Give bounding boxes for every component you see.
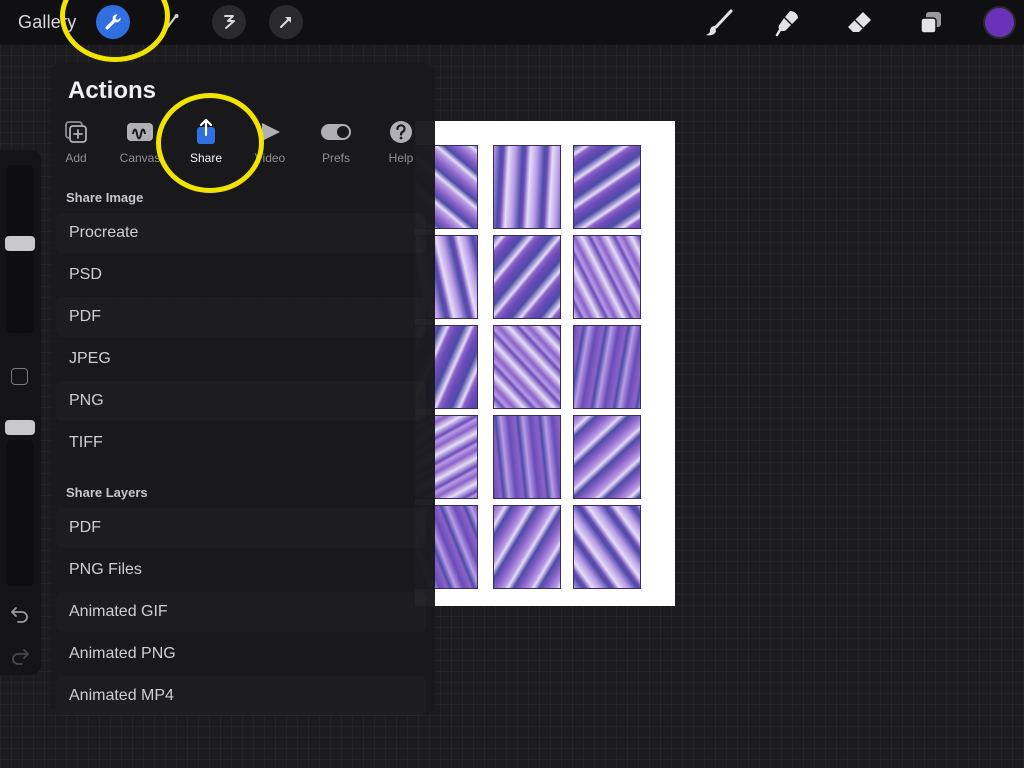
brush-tool-button[interactable] [703,7,735,39]
share-option-png[interactable]: PNG [56,381,426,421]
tab-prefs[interactable]: Prefs [306,119,366,169]
layers-icon [920,12,941,34]
artwork-tile [573,415,641,499]
procreate-screen: Gallery Actions Add Canvas Share Video P… [0,0,1024,768]
share-option-jpeg[interactable]: JPEG [56,339,426,379]
share-layers-png-files[interactable]: PNG Files [56,550,426,590]
redo-icon[interactable] [9,644,31,666]
smudge-icon [775,11,798,37]
tab-add-label: Add [65,151,87,165]
share-option-tiff[interactable]: TIFF [56,423,426,463]
modify-button[interactable] [11,368,28,385]
eraser-icon [848,12,871,32]
opacity-thumb[interactable] [5,420,35,435]
share-layers-animated-gif[interactable]: Animated GIF [56,592,426,632]
tab-help-label: Help [388,151,414,165]
transform-button[interactable] [269,5,303,39]
artwork-tile [573,325,641,409]
artwork-tile [493,235,561,319]
artwork-tile [573,145,641,229]
opacity-slider[interactable] [6,440,34,586]
panel-title: Actions [68,77,157,104]
share-image-heading: Share Image [66,190,144,205]
artwork-tile [493,325,561,409]
tab-help[interactable]: Help [371,119,431,169]
transform-icon [280,17,291,28]
artwork-tile [493,415,561,499]
artwork-canvas[interactable] [415,121,675,606]
share-layers-heading: Share Layers [66,485,148,500]
brush-icon [706,9,733,36]
share-layers-animated-png[interactable]: Animated PNG [56,634,426,674]
artwork-tile [493,145,561,229]
selection-button[interactable] [212,5,246,39]
add-icon [65,121,87,143]
share-option-psd[interactable]: PSD [56,255,426,295]
help-icon [390,121,412,143]
share-layers-pdf[interactable]: PDF [56,508,426,548]
prefs-toggle-icon [321,124,351,140]
artwork-tile [493,505,561,589]
tab-prefs-label: Prefs [321,151,350,165]
layers-tool-button[interactable] [915,7,947,39]
smudge-tool-button[interactable] [773,7,805,39]
share-option-pdf[interactable]: PDF [56,297,426,337]
selection-icon [224,15,235,29]
share-layers-animated-mp4[interactable]: Animated MP4 [56,676,426,716]
eraser-tool-button[interactable] [843,7,875,39]
canvas-icon [127,123,153,141]
undo-icon[interactable] [9,602,31,624]
color-swatch-button[interactable] [985,8,1014,37]
share-option-procreate[interactable]: Procreate [56,213,426,253]
highlight-circle-share [156,93,264,193]
left-sidebar [0,150,41,675]
artwork-tile [573,235,641,319]
artwork-tile [573,505,641,589]
tab-add[interactable]: Add [46,119,106,169]
brush-size-thumb[interactable] [5,236,35,251]
